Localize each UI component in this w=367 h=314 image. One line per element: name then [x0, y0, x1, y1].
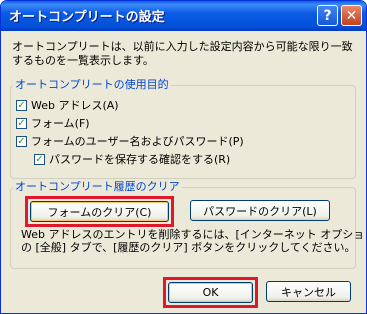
checkmark-icon: ✓	[16, 135, 27, 147]
forms-checkbox[interactable]: ✓ フォーム(F)	[16, 115, 90, 131]
window-title: オートコンプリートの設定	[9, 10, 165, 25]
ok-button[interactable]: OK	[168, 282, 253, 303]
forms-label: フォーム(F)	[31, 117, 90, 130]
autocomplete-settings-dialog: オートコンプリートの設定 ? ✕ オートコンプリートは、以前に入力した設定内容か…	[0, 0, 367, 314]
description-text: オートコンプリートは、以前に入力した設定内容から可能な限り一致するものを一覧表示…	[12, 40, 353, 67]
history-note-line2: の [全般] タブで、[履歴のクリア] ボタンをクリックしてください。	[21, 241, 356, 254]
checkmark-icon: ✓	[34, 153, 45, 165]
form-credentials-label: フォームのユーザー名およびパスワード(P)	[31, 135, 244, 148]
help-icon[interactable]: ?	[317, 5, 338, 26]
usage-group-legend: オートコンプリートの使用目的	[13, 78, 171, 91]
web-address-label: Web アドレス(A)	[31, 99, 119, 112]
history-group-legend: オートコンプリート履歴のクリア	[13, 180, 182, 193]
confirm-save-password-checkbox[interactable]: ✓ パスワードを保存する確認をする(R)	[34, 151, 230, 167]
web-address-checkbox[interactable]: ✓ Web アドレス(A)	[16, 97, 119, 113]
close-icon[interactable]: ✕	[341, 5, 362, 26]
form-credentials-checkbox[interactable]: ✓ フォームのユーザー名およびパスワード(P)	[16, 133, 244, 149]
clear-passwords-button[interactable]: パスワードのクリア(L)	[190, 200, 330, 221]
dialog-body: オートコンプリートは、以前に入力した設定内容から可能な限り一致するものを一覧表示…	[4, 31, 366, 310]
confirm-save-password-label: パスワードを保存する確認をする(R)	[49, 153, 231, 166]
checkmark-icon: ✓	[16, 117, 27, 129]
title-bar[interactable]: オートコンプリートの設定 ? ✕	[1, 1, 366, 31]
cancel-button[interactable]: キャンセル	[266, 281, 351, 302]
checkmark-icon: ✓	[16, 99, 27, 111]
clear-forms-button[interactable]: フォームのクリア(C)	[30, 201, 169, 222]
history-note-line1: Web アドレスのエントリを削除するには、[インターネット オプション]	[21, 228, 367, 241]
